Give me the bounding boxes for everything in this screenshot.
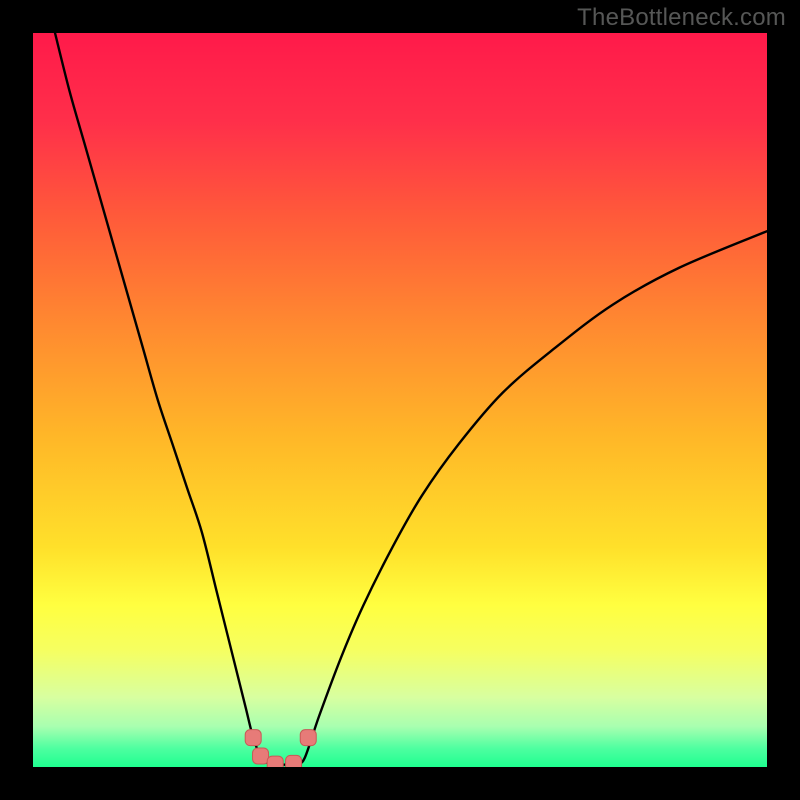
plot-area <box>33 33 767 767</box>
chart-frame: TheBottleneck.com <box>0 0 800 800</box>
gradient-background <box>33 33 767 767</box>
data-marker <box>253 748 269 764</box>
chart-svg <box>33 33 767 767</box>
watermark-text: TheBottleneck.com <box>577 4 786 32</box>
data-marker <box>267 756 283 767</box>
data-marker <box>286 755 302 767</box>
data-marker <box>300 730 316 746</box>
data-marker <box>245 730 261 746</box>
